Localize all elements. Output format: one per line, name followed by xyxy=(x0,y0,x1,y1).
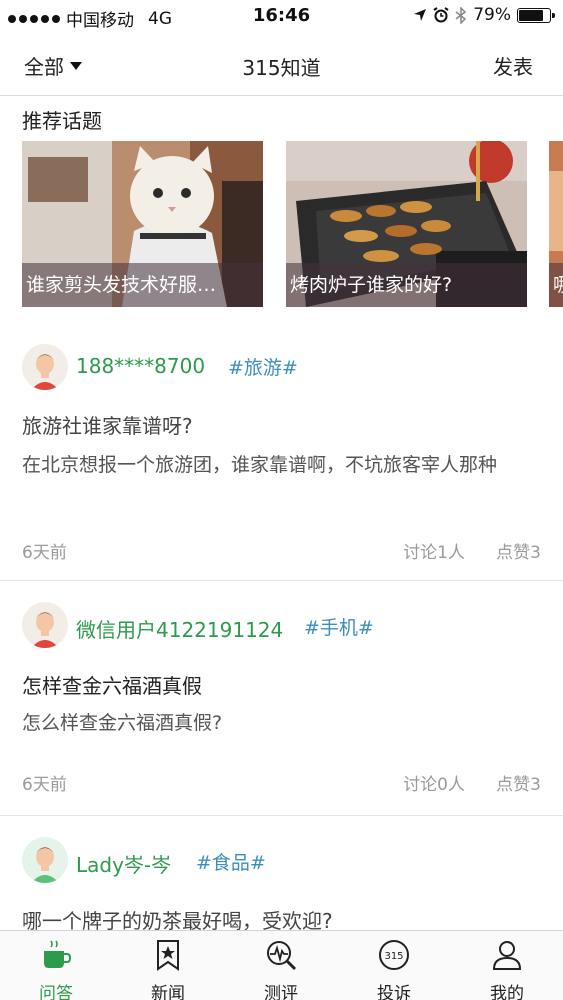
tab-mine[interactable]: 我的 xyxy=(451,931,563,1000)
post-title: 怎样查金六福酒真假 xyxy=(22,674,202,698)
pulse-magnifier-icon xyxy=(267,941,297,971)
post-title: 哪一个牌子的奶茶最好喝，受欢迎? xyxy=(22,909,333,930)
username[interactable]: 微信用户4122191124 xyxy=(76,614,283,643)
navigation-bar: 全部 315知道 发表 xyxy=(0,32,563,96)
topic-tag[interactable]: #食品# xyxy=(196,848,266,875)
post-card[interactable]: 188****8700 #旅游# 旅游社谁家靠谱呀? 在北京想报一个旅游团，谁家… xyxy=(0,340,563,580)
recommended-topics-carousel[interactable]: 谁家剪头发技术好服… 烤肉炉子谁家的好? 哪 xyxy=(22,141,563,307)
post-time: 6天前 xyxy=(22,543,67,563)
username[interactable]: 188****8700 xyxy=(76,354,205,378)
coffee-cup-icon xyxy=(44,940,72,968)
tab-complaint[interactable]: 315 投诉 xyxy=(338,931,450,1000)
tab-label: 问答 xyxy=(39,984,73,1000)
tab-review[interactable]: 测评 xyxy=(225,931,337,1000)
username[interactable]: Lady岑-岑 xyxy=(76,849,171,878)
topic-card[interactable]: 哪 xyxy=(549,141,563,307)
recommended-topics-heading: 推荐话题 xyxy=(22,109,102,133)
post-title: 旅游社谁家靠谱呀? xyxy=(22,414,193,438)
topic-caption: 哪 xyxy=(549,263,563,307)
tab-label: 投诉 xyxy=(377,984,411,1000)
tab-bar: 问答 新闻 测评 315 投诉 我的 xyxy=(0,930,563,1000)
post-card[interactable]: Lady岑-岑 #食品# 哪一个牌子的奶茶最好喝，受欢迎? xyxy=(0,835,563,930)
like-count[interactable]: 点赞3 xyxy=(496,538,541,563)
topic-caption: 烤肉炉子谁家的好? xyxy=(286,263,527,307)
person-icon xyxy=(492,941,522,970)
bookmark-star-icon xyxy=(157,940,179,971)
tab-label: 我的 xyxy=(490,984,524,1000)
tab-qa[interactable]: 问答 xyxy=(0,931,112,1000)
publish-button[interactable]: 发表 xyxy=(493,51,533,80)
avatar[interactable] xyxy=(22,344,68,390)
svg-text:315: 315 xyxy=(384,951,403,962)
tab-news[interactable]: 新闻 xyxy=(112,931,224,1000)
avatar[interactable] xyxy=(22,602,68,648)
user-avatar-icon xyxy=(22,344,68,390)
page-title: 315知道 xyxy=(242,56,321,80)
like-count[interactable]: 点赞3 xyxy=(496,770,541,795)
tab-label: 新闻 xyxy=(151,984,185,1000)
topic-card[interactable]: 烤肉炉子谁家的好? xyxy=(286,141,527,307)
tab-label: 测评 xyxy=(264,984,298,1000)
status-indicators: 79% xyxy=(413,5,555,25)
discuss-count[interactable]: 讨论1人 xyxy=(403,538,465,563)
topic-card[interactable]: 谁家剪头发技术好服… xyxy=(22,141,263,307)
315-badge-icon: 315 xyxy=(379,940,409,970)
post-time: 6天前 xyxy=(22,775,67,795)
status-bar: 中国移动 4G 16:46 79% xyxy=(0,0,563,32)
post-card[interactable]: 微信用户4122191124 #手机# 怎样查金六福酒真假 怎么样查金六福酒真假… xyxy=(0,600,563,815)
user-avatar-icon xyxy=(22,602,68,648)
divider xyxy=(0,815,563,816)
divider xyxy=(0,580,563,581)
battery-percent: 79% xyxy=(473,5,511,25)
battery-icon xyxy=(517,7,555,23)
post-body: 在北京想报一个旅游团，谁家靠谱啊，不坑旅客宰人那种 xyxy=(22,454,498,476)
alarm-clock-icon xyxy=(433,7,449,23)
topic-tag[interactable]: #旅游# xyxy=(228,353,298,380)
battery-level xyxy=(519,9,543,21)
discuss-count[interactable]: 讨论0人 xyxy=(403,770,465,795)
location-arrow-icon xyxy=(414,9,427,21)
topic-tag[interactable]: #手机# xyxy=(304,613,374,640)
user-avatar-icon xyxy=(22,837,68,883)
avatar[interactable] xyxy=(22,837,68,883)
post-body: 怎么样查金六福酒真假? xyxy=(22,712,223,734)
bluetooth-icon xyxy=(455,6,467,24)
topic-caption: 谁家剪头发技术好服… xyxy=(22,263,263,307)
